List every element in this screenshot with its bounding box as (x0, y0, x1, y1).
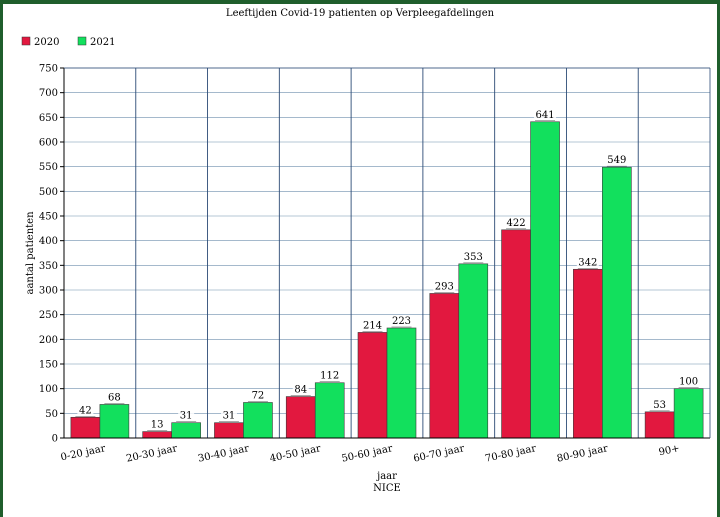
x-tick-label: 20-30 jaar (125, 443, 178, 465)
x-tick-labels: 0-20 jaar 20-30 jaar 30-40 jaar 40-50 jaar 5… (60, 443, 681, 465)
y-tick-label: 400 (39, 236, 58, 247)
bar-2020-6 (429, 293, 460, 439)
value-label: 223 (392, 316, 411, 327)
y-axis-label: aantal patienten (25, 211, 36, 295)
legend: 2020 2021 (21, 36, 115, 48)
value-label: 422 (507, 218, 526, 229)
y-tick-label: 0 (52, 434, 58, 445)
bar-2021-6 (458, 263, 489, 439)
value-label: 31 (223, 411, 236, 422)
x-tick-label: 0-20 jaar (60, 443, 107, 463)
y-tick-label: 500 (39, 187, 58, 198)
bar-2020-1 (70, 416, 101, 439)
bar-2021-8 (602, 166, 632, 439)
value-label: 112 (320, 371, 339, 382)
x-tick-label: 90+ (658, 443, 681, 458)
bar-2021-3 (243, 402, 273, 439)
bar-2021-7 (530, 121, 560, 439)
bar-2021-1 (99, 404, 130, 439)
y-tick-label: 300 (39, 286, 58, 297)
bar-2021-5 (386, 327, 417, 439)
value-label: 42 (79, 405, 92, 416)
x-tick-label: 50-60 jaar (341, 443, 394, 465)
y-tick-label: 650 (39, 113, 58, 124)
y-tick-label: 700 (39, 88, 58, 99)
y-tick-label: 150 (39, 360, 58, 371)
bar-2020-5 (357, 332, 388, 439)
bar-2020-3 (214, 422, 244, 439)
chart-frame: Leeftijden Covid-19 patienten op Verplee… (0, 0, 720, 517)
bar-2021-4 (314, 382, 345, 439)
value-label: 293 (435, 281, 454, 292)
y-tick-label: 600 (39, 138, 58, 149)
chart-title: Leeftijden Covid-19 patienten op Verplee… (226, 8, 495, 19)
bar-2020-8 (573, 268, 603, 439)
value-label: 641 (536, 110, 555, 121)
legend-label-2021: 2021 (90, 37, 115, 48)
bar-2020-7 (501, 229, 531, 439)
y-tick-labels: 0 50 100 150 200 250 300 350 400 450 500 550 600 650 7… (39, 64, 58, 445)
value-label: 549 (607, 155, 626, 166)
x-axis-label: jaar (376, 471, 397, 482)
bar-2021-2 (171, 422, 201, 439)
value-label: 68 (108, 392, 121, 403)
bar-2020-4 (285, 396, 316, 439)
x-tick-label: 60-70 jaar (412, 443, 465, 465)
value-label: 72 (252, 390, 265, 401)
plot-area: 42 68 13 31 31 72 84 112 214 223 293 353 422 641 342 54… (39, 64, 711, 465)
value-label: 31 (180, 411, 193, 422)
bar-2020-9 (644, 411, 675, 439)
bar-2020-2 (142, 431, 172, 439)
value-label: 353 (464, 252, 483, 263)
value-label: 13 (151, 420, 164, 431)
y-tick-label: 200 (39, 335, 58, 346)
value-label: 84 (294, 385, 307, 396)
y-tick-label: 750 (39, 64, 58, 75)
value-label: 214 (363, 320, 382, 331)
x-tick-label: 40-50 jaar (269, 443, 322, 465)
legend-label-2020: 2020 (34, 37, 59, 48)
value-label: 342 (578, 257, 597, 268)
value-label: 100 (679, 377, 698, 388)
legend-swatch-2021 (77, 36, 87, 46)
bar-chart: Leeftijden Covid-19 patienten op Verplee… (21, 8, 711, 494)
x-tick-label: 30-40 jaar (197, 443, 250, 465)
y-tick-label: 450 (39, 212, 58, 223)
y-tick-label: 50 (45, 409, 58, 420)
x-tick-label: 80-90 jaar (556, 443, 609, 465)
legend-swatch-2020 (21, 36, 31, 46)
x-tick-label: 70-80 jaar (484, 443, 537, 465)
x-axis-source-label: NICE (373, 483, 401, 494)
y-tick-label: 250 (39, 310, 58, 321)
y-tick-label: 100 (39, 384, 58, 395)
bar-2021-9 (673, 388, 704, 439)
y-tick-label: 350 (39, 261, 58, 272)
y-tick-label: 550 (39, 162, 58, 173)
value-label: 53 (653, 400, 666, 411)
